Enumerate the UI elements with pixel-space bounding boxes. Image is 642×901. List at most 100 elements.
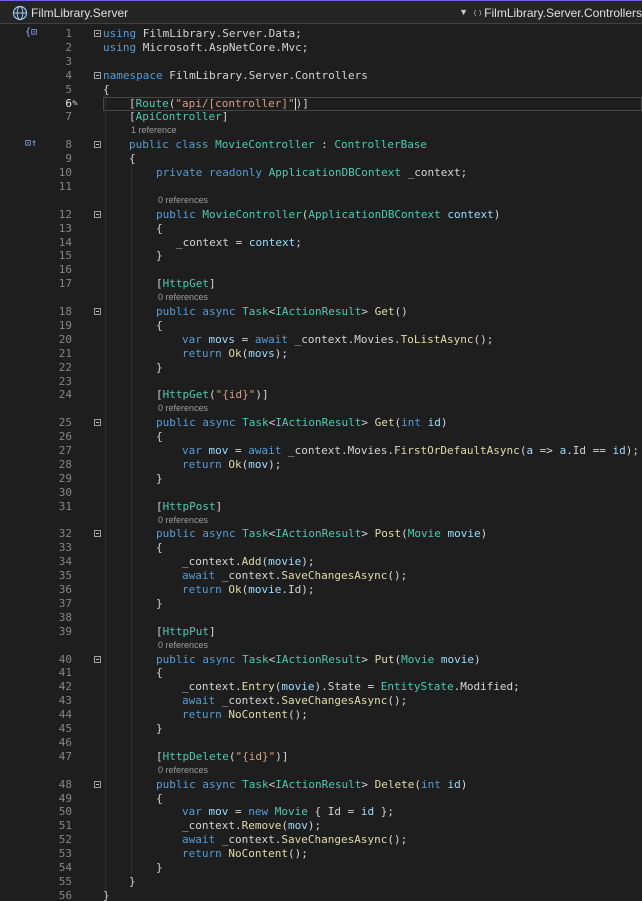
code-line[interactable]: 31 [HttpPost] (0, 500, 642, 514)
codelens-references[interactable]: 0 references (158, 765, 208, 775)
code-token: [ (156, 500, 163, 513)
code-line[interactable]: 38 (0, 611, 642, 625)
code-token: _context. (182, 555, 242, 568)
code-text: public async Task<IActionResult> Delete(… (156, 778, 467, 792)
code-line[interactable]: 24 [HttpGet("{id}")] (0, 388, 642, 402)
code-token: (); (387, 833, 408, 846)
code-line[interactable]: 30 (0, 486, 642, 500)
code-line[interactable]: 26 { (0, 430, 642, 444)
code-line[interactable]: 4 namespace FilmLibrary.Server.Controller… (0, 69, 642, 83)
code-line[interactable]: 17 [HttpGet] (0, 277, 642, 291)
project-name: FilmLibrary.Server (31, 6, 129, 20)
code-line[interactable]: 40 public async Task<IActionResult> Put(M… (0, 653, 642, 667)
collapse-toggle-icon[interactable] (94, 419, 101, 426)
collapse-toggle-icon[interactable] (94, 211, 101, 218)
codelens-references[interactable]: 0 references (158, 292, 208, 302)
code-line[interactable]: 45} (0, 722, 642, 736)
code-line[interactable]: 7 [ApiController] (0, 110, 642, 124)
code-line[interactable]: 21 return Ok(movs); (0, 347, 642, 361)
code-line[interactable]: 19 { (0, 319, 642, 333)
code-line[interactable]: 13 { (0, 222, 642, 236)
project-dropdown[interactable]: FilmLibrary.Server ▼ (0, 3, 470, 23)
code-token: ) (480, 527, 488, 540)
code-token: MovieController (215, 138, 315, 151)
code-line[interactable]: 48 public async Task<IActionResult> Delet… (0, 778, 642, 792)
code-line[interactable]: 27 var mov = await _context.Movies.FirstO… (0, 444, 642, 458)
code-line[interactable]: 8 public class MovieController : Controll… (0, 138, 642, 152)
collapse-toggle-icon[interactable] (94, 141, 101, 148)
code-line[interactable]: 25 public async Task<IActionResult> Get(i… (0, 416, 642, 430)
code-line[interactable]: ✎ 6 [Route("api/[controller]")] (0, 97, 642, 111)
codelens-references[interactable]: 1 reference (131, 125, 177, 135)
code-token: () (394, 305, 408, 318)
code-token: _context = (176, 236, 249, 249)
code-line[interactable]: 37} (0, 597, 642, 611)
code-line[interactable]: 54} (0, 861, 642, 875)
code-token: int (420, 778, 441, 791)
chevron-down-icon[interactable]: ▼ (459, 7, 468, 17)
code-line[interactable]: 10 private readonly ApplicationDBContext … (0, 166, 642, 180)
code-line[interactable]: 36 return Ok(movie.Id); (0, 583, 642, 597)
codelens-references[interactable]: 0 references (158, 640, 208, 650)
line-number: 29 (58, 472, 72, 485)
code-line[interactable]: 14 _context = context; (0, 236, 642, 250)
code-line[interactable]: 23 (0, 375, 642, 389)
collapse-toggle-icon[interactable] (94, 30, 101, 37)
quick-action-icon[interactable]: {⊡ (24, 27, 38, 38)
code-token: _context.Movies. (288, 333, 401, 346)
code-line[interactable]: 20 var movs = await _context.Movies.ToLis… (0, 333, 642, 347)
code-line[interactable]: 55} (0, 875, 642, 889)
code-line[interactable]: 50 var mov = new Movie { Id = id }; (0, 805, 642, 819)
code-line[interactable]: 35 await _context.SaveChangesAsync(); (0, 569, 642, 583)
code-line[interactable]: 3 (0, 55, 642, 69)
code-line[interactable]: 34 _context.Add(movie); (0, 555, 642, 569)
collapse-toggle-icon[interactable] (94, 781, 101, 788)
collapse-toggle-icon[interactable] (94, 530, 101, 537)
code-line[interactable]: 44 return NoContent(); (0, 708, 642, 722)
code-token: IActionResult (275, 416, 362, 429)
code-line[interactable]: 5{ (0, 83, 642, 97)
code-line[interactable]: 28 return Ok(mov); (0, 458, 642, 472)
code-line[interactable]: 2 using Microsoft.AspNetCore.Mvc; (0, 41, 642, 55)
code-line[interactable]: 18 public async Task<IActionResult> Get() (0, 305, 642, 319)
codelens-references[interactable]: 0 references (158, 403, 208, 413)
code-text: return NoContent(); (182, 847, 308, 861)
collapse-toggle-icon[interactable] (94, 308, 101, 315)
code-line[interactable]: 9{ (0, 152, 642, 166)
code-line[interactable]: 47 [HttpDelete("{id}")] (0, 750, 642, 764)
code-line[interactable]: 33 { (0, 541, 642, 555)
code-token: } (156, 361, 163, 374)
code-text: [HttpPost] (156, 500, 222, 514)
code-line[interactable]: 32 public async Task<IActionResult> Post(… (0, 527, 642, 541)
code-line[interactable]: 41 { (0, 666, 642, 680)
type-dropdown[interactable]: FilmLibrary.Server.Controllers (470, 3, 642, 23)
code-line[interactable]: 46 (0, 736, 642, 750)
code-line[interactable]: 15} (0, 249, 642, 263)
code-line[interactable]: 12 public MovieController(ApplicationDBCo… (0, 208, 642, 222)
code-line[interactable]: 39 [HttpPut] (0, 625, 642, 639)
codelens-references[interactable]: 0 references (158, 195, 208, 205)
code-line[interactable]: 53 return NoContent(); (0, 847, 642, 861)
implements-icon[interactable]: ⊡↑ (24, 138, 38, 149)
code-line[interactable]: 52 await _context.SaveChangesAsync(); (0, 833, 642, 847)
code-line[interactable]: 1 using FilmLibrary.Server.Data; (0, 27, 642, 41)
code-line[interactable]: 49 { (0, 792, 642, 806)
code-token: readonly (208, 166, 262, 179)
code-line[interactable]: 22} (0, 361, 642, 375)
code-line[interactable]: 16 (0, 263, 642, 277)
code-line[interactable]: 43 await _context.SaveChangesAsync(); (0, 694, 642, 708)
code-line[interactable]: 42 _context.Entry(movie).State = EntitySt… (0, 680, 642, 694)
code-line[interactable]: 51 _context.Remove(mov); (0, 819, 642, 833)
collapse-toggle-icon[interactable] (94, 656, 101, 663)
code-token: SaveChangesAsync (281, 569, 388, 582)
code-line[interactable]: 56} (0, 889, 642, 901)
code-token: ; (295, 236, 302, 249)
codelens-references[interactable]: 0 references (158, 515, 208, 525)
collapse-toggle-icon[interactable] (94, 72, 101, 79)
code-line[interactable]: 11 (0, 180, 642, 194)
code-line[interactable]: 29} (0, 472, 642, 486)
code-token: Ok (228, 347, 242, 360)
indent-guide (105, 95, 106, 891)
code-editor[interactable]: 1 using FilmLibrary.Server.Data; 2 using Mi… (0, 24, 642, 901)
